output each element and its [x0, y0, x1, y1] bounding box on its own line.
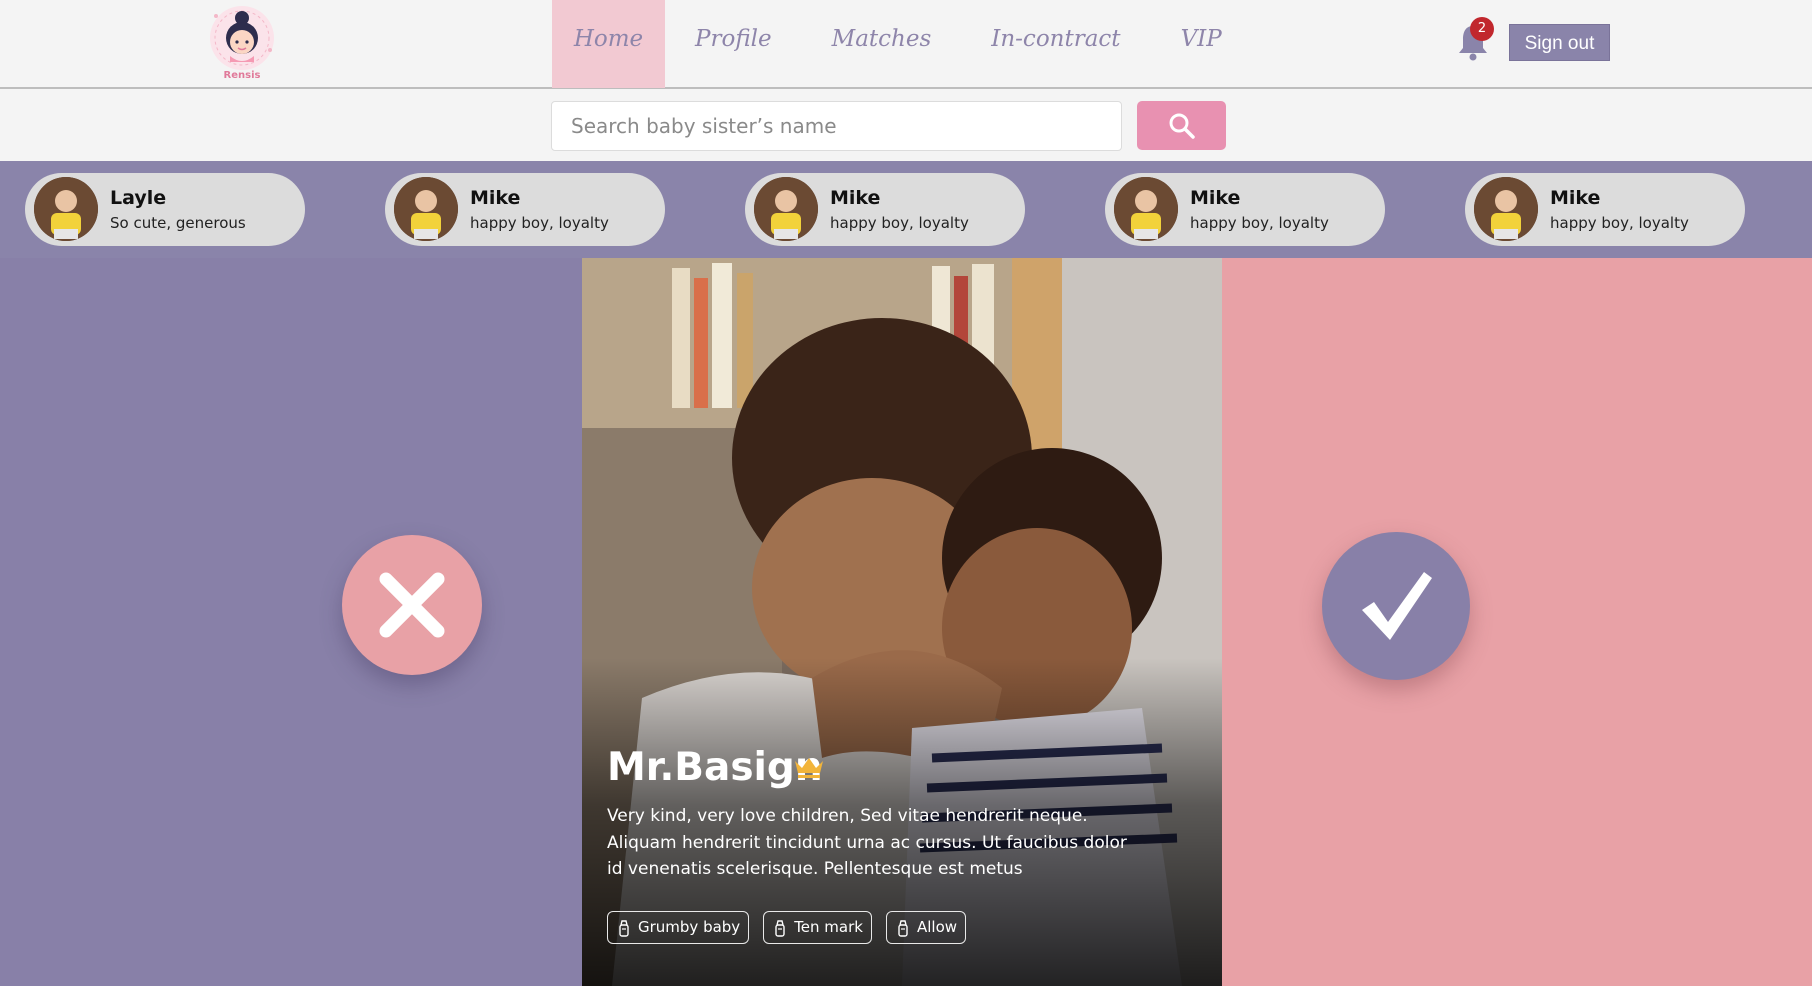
logo-text: Rensis — [223, 70, 261, 81]
profile-card[interactable]: Mr.Basign Very kind, very love children,… — [582, 258, 1222, 986]
nav-profile[interactable]: Profile — [665, 0, 802, 88]
app-logo[interactable]: Rensis — [202, 4, 282, 84]
top-header: Rensis Home Profile Matches In-contract … — [0, 0, 1812, 89]
card-bio: Very kind, very love children, Sed vitae… — [607, 806, 1127, 879]
profile-chip[interactable]: Mike happy boy, loyalty — [745, 173, 1025, 246]
search-input[interactable] — [551, 101, 1122, 151]
tag-label: Grumby baby — [638, 918, 741, 936]
profile-strip: Layle So cute, generous Mike happy boy, … — [0, 161, 1812, 258]
chip-description: happy boy, loyalty — [470, 214, 609, 232]
accept-button[interactable] — [1322, 532, 1470, 680]
nav-matches[interactable]: Matches — [802, 0, 962, 88]
tag-chip[interactable]: Allow — [885, 911, 967, 944]
search-bar — [0, 89, 1812, 161]
tag-chip[interactable]: Ten mark — [763, 911, 872, 944]
profile-chip[interactable]: Mike happy boy, loyalty — [1105, 173, 1385, 246]
tag-label: Ten mark — [794, 918, 863, 936]
tag-label: Allow — [916, 918, 958, 936]
search-icon — [1169, 113, 1195, 139]
tag-chip[interactable]: Grumby baby — [607, 911, 750, 944]
chip-name: Mike — [470, 187, 521, 209]
chip-name: Mike — [830, 187, 881, 209]
nav-in-contract[interactable]: In-contract — [961, 0, 1150, 88]
avatar — [1114, 177, 1178, 241]
close-icon — [379, 572, 445, 638]
nav-home[interactable]: Home — [552, 0, 665, 88]
chip-name: Mike — [1550, 187, 1601, 209]
card-tags: Grumby baby Ten mark Allow — [607, 911, 967, 944]
baby-bottle-icon — [898, 920, 908, 937]
nav-vip[interactable]: VIP — [1151, 0, 1252, 88]
reject-button[interactable] — [342, 535, 482, 675]
profile-chip[interactable]: Mike happy boy, loyalty — [385, 173, 665, 246]
accept-panel — [1222, 258, 1812, 986]
avatar — [754, 177, 818, 241]
chip-name: Mike — [1190, 187, 1241, 209]
check-icon — [1362, 572, 1432, 640]
reject-panel — [0, 258, 582, 986]
chip-description: happy boy, loyalty — [1190, 214, 1329, 232]
logo-mascot-icon — [210, 6, 274, 70]
chip-description: happy boy, loyalty — [1550, 214, 1689, 232]
search-button[interactable] — [1137, 101, 1226, 150]
avatar — [1474, 177, 1538, 241]
chip-name: Layle — [110, 187, 167, 209]
baby-bottle-icon — [619, 920, 629, 937]
chip-description: happy boy, loyalty — [830, 214, 969, 232]
chip-description: So cute, generous — [110, 214, 246, 232]
avatar — [394, 177, 458, 241]
card-name: Mr.Basign — [607, 745, 823, 790]
profile-chip[interactable]: Mike happy boy, loyalty — [1465, 173, 1745, 246]
profile-chip[interactable]: Layle So cute, generous — [25, 173, 305, 246]
baby-bottle-icon — [775, 920, 785, 937]
sign-out-button[interactable]: Sign out — [1509, 24, 1610, 61]
notification-badge: 2 — [1470, 17, 1494, 41]
crown-icon — [795, 758, 823, 778]
main-nav: Home Profile Matches In-contract VIP — [552, 0, 1252, 88]
avatar — [34, 177, 98, 241]
